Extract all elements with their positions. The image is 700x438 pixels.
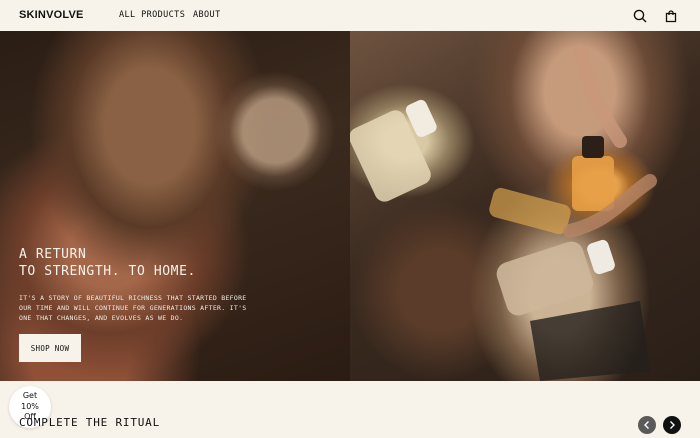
shop-now-button[interactable]: SHOP NOW xyxy=(19,334,81,362)
hero-heading-line-1: A RETURN xyxy=(19,247,87,262)
cart-icon[interactable] xyxy=(664,8,678,23)
chevron-left-icon xyxy=(644,421,649,429)
brand-logo[interactable]: SKINVOLVE xyxy=(19,9,84,21)
section-title: COMPLETE THE RITUAL xyxy=(19,416,161,429)
nav-all-products[interactable]: ALL PRODUCTS xyxy=(119,10,185,20)
product-bottles-illustration xyxy=(350,44,657,381)
hero-description: IT'S A STORY OF BEAUTIFUL RICHNESS THAT … xyxy=(19,294,247,322)
hero-image-products xyxy=(350,31,700,381)
chevron-right-icon xyxy=(670,421,675,429)
top-nav: SKINVOLVE ALL PRODUCTS ABOUT xyxy=(0,0,700,31)
badge-line-2: 10% xyxy=(21,401,39,411)
nav-about[interactable]: ABOUT xyxy=(193,10,221,20)
carousel-prev-button[interactable] xyxy=(638,416,656,434)
hero-image-portrait: A RETURN TO STRENGTH. TO HOME. IT'S A ST… xyxy=(0,31,350,381)
hero-heading: A RETURN TO STRENGTH. TO HOME. xyxy=(19,246,196,280)
badge-line-1: Get xyxy=(22,391,38,401)
carousel-next-button[interactable] xyxy=(663,416,681,434)
hero-banner: A RETURN TO STRENGTH. TO HOME. IT'S A ST… xyxy=(0,31,700,381)
search-icon[interactable] xyxy=(633,8,647,23)
hero-heading-line-2: TO STRENGTH. TO HOME. xyxy=(19,264,196,279)
